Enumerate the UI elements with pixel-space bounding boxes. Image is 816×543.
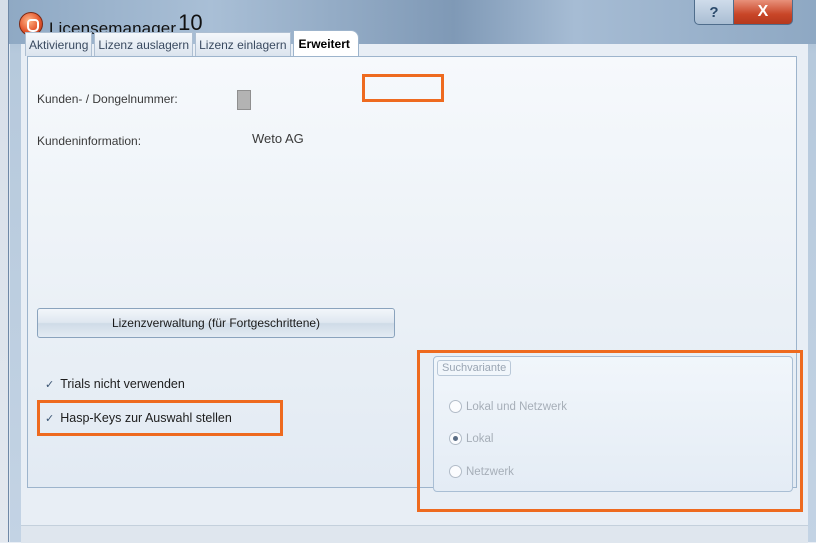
tab-label: Aktivierung bbox=[29, 38, 89, 52]
tab-label: Erweitert bbox=[298, 37, 350, 51]
customer-dongle-label: Kunden- / Dongelnummer: bbox=[37, 92, 178, 106]
close-icon: X bbox=[757, 3, 769, 20]
license-admin-button-label: Lizenzverwaltung (für Fortgeschrittene) bbox=[111, 316, 321, 330]
tab-lizenz-einlagern[interactable]: Lizenz einlagern bbox=[195, 32, 291, 56]
highlight-box-search-group bbox=[417, 350, 803, 512]
tab-erweitert[interactable]: Erweitert bbox=[292, 30, 359, 57]
dongle-number-value bbox=[237, 90, 251, 110]
highlight-box-checkbox bbox=[37, 400, 283, 436]
trials-checkbox-label: Trials nicht verwenden bbox=[60, 377, 185, 391]
tab-label: Lizenz auslagern bbox=[98, 38, 190, 52]
customer-info-label: Kundeninformation: bbox=[37, 134, 142, 148]
tab-label: Lizenz einlagern bbox=[199, 38, 287, 52]
tab-lizenz-auslagern[interactable]: Lizenz auslagern bbox=[94, 32, 194, 56]
close-button[interactable]: X bbox=[734, 0, 793, 25]
trials-checkbox[interactable]: ✓ Trials nicht verwenden bbox=[45, 377, 185, 391]
license-admin-button[interactable]: Lizenzverwaltung (für Fortgeschrittene) bbox=[37, 308, 395, 338]
bottom-edge bbox=[21, 525, 808, 543]
customer-info-value: Weto AG bbox=[252, 131, 304, 146]
tab-aktivierung[interactable]: Aktivierung bbox=[25, 32, 93, 56]
window-controls: ? X bbox=[694, 0, 793, 28]
highlight-box-tab bbox=[362, 74, 444, 102]
licensemanager-window: Licensemanager10 ? X Aktivierung Lizenz … bbox=[8, 0, 816, 543]
tab-strip: Aktivierung Lizenz auslagern Lizenz einl… bbox=[25, 30, 361, 57]
checkmark-icon: ✓ bbox=[45, 378, 55, 391]
help-button[interactable]: ? bbox=[694, 0, 734, 25]
help-icon: ? bbox=[709, 3, 719, 21]
